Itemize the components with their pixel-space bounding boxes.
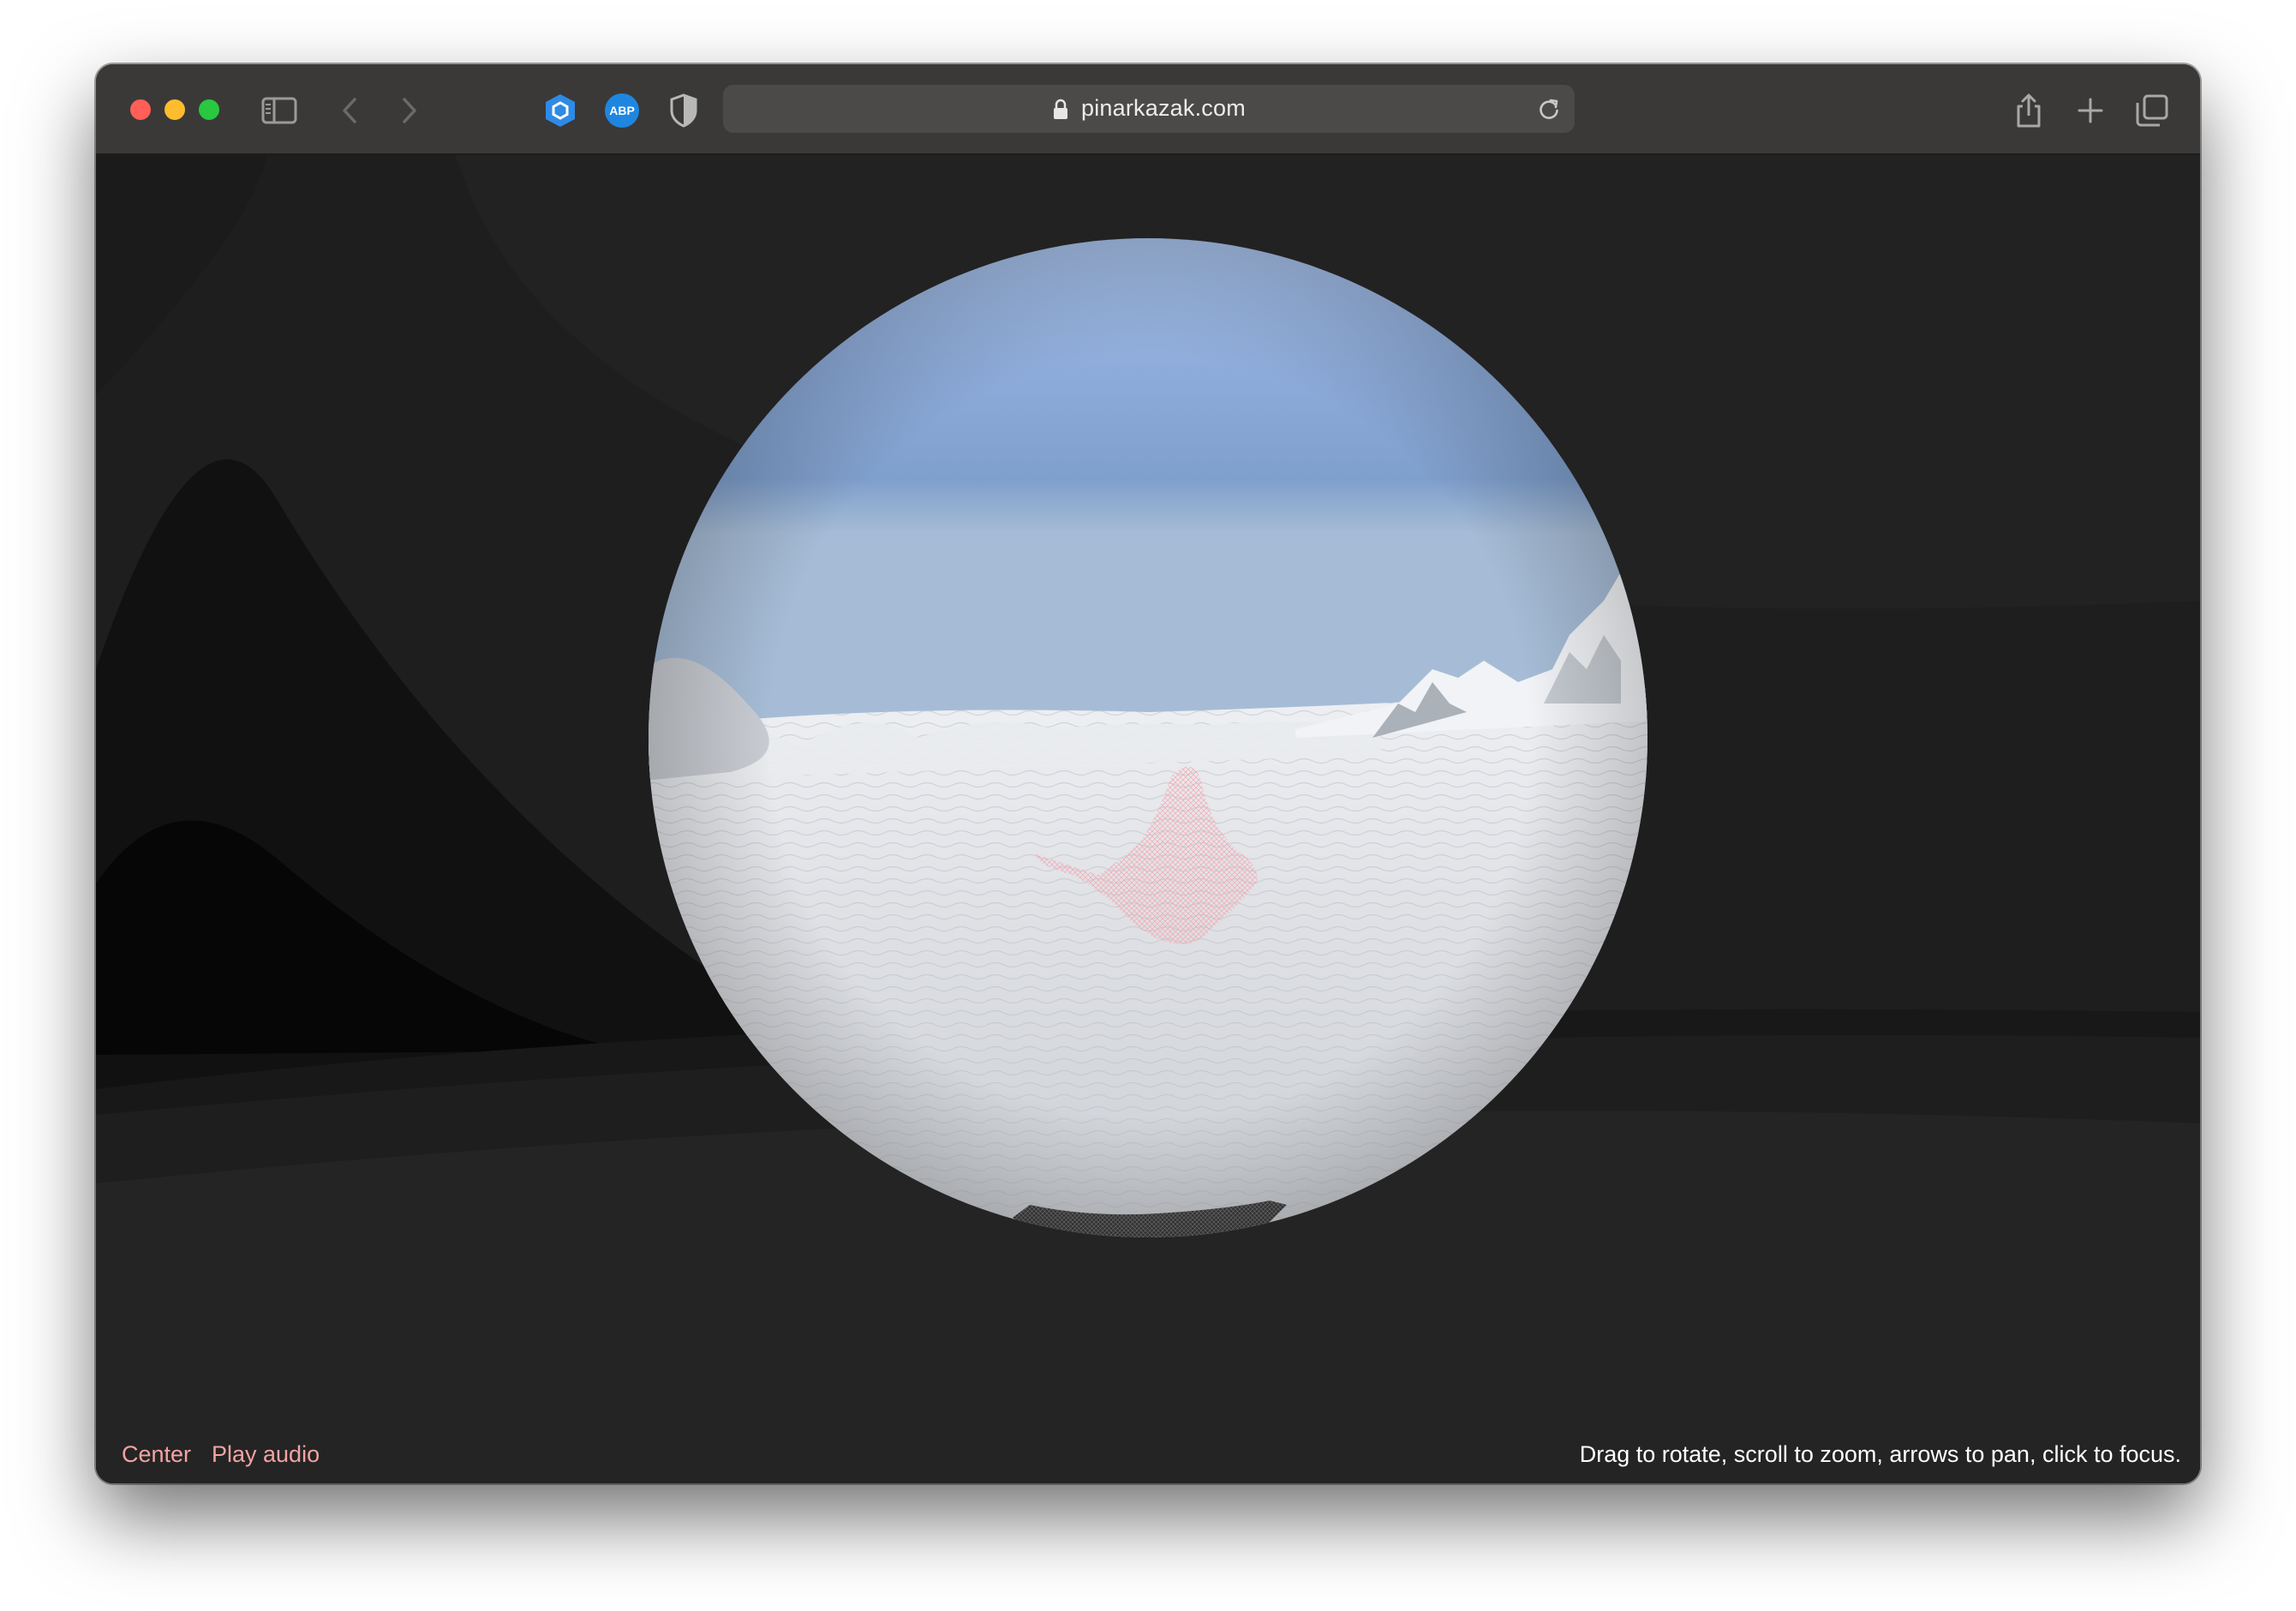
close-window-button[interactable] (130, 99, 151, 120)
interaction-instructions: Drag to rotate, scroll to zoom, arrows t… (1579, 1441, 2181, 1467)
browser-window: ABP pinarkazak.com Center Play audio Dra… (96, 64, 2200, 1483)
adblock-plus-icon[interactable]: ABP (603, 92, 641, 129)
viewer-canvas[interactable]: Center Play audio Drag to rotate, scroll… (96, 155, 2200, 1483)
viewer-controls: Center Play audio Drag to rotate, scroll… (96, 1428, 2200, 1483)
hexagon-extension-icon[interactable] (541, 92, 579, 129)
center-button[interactable]: Center (122, 1441, 191, 1468)
sidebar-toggle-icon[interactable] (260, 92, 298, 129)
play-audio-button[interactable]: Play audio (212, 1441, 320, 1468)
back-icon[interactable] (331, 92, 368, 129)
reload-icon[interactable] (1537, 97, 1561, 125)
tab-overview-icon[interactable] (2133, 92, 2171, 129)
zoom-window-button[interactable] (199, 99, 219, 120)
forward-icon[interactable] (391, 92, 428, 129)
share-icon[interactable] (2010, 92, 2048, 129)
new-tab-icon[interactable] (2072, 92, 2109, 129)
adblock-plus-label: ABP (609, 104, 635, 117)
minimize-window-button[interactable] (164, 99, 185, 120)
address-bar[interactable]: pinarkazak.com (723, 85, 1575, 133)
panorama-scene[interactable] (96, 155, 2200, 1483)
privacy-shield-icon[interactable] (665, 92, 703, 129)
lock-icon (1052, 99, 1069, 125)
browser-toolbar: ABP pinarkazak.com (96, 64, 2200, 155)
address-url: pinarkazak.com (1081, 95, 1246, 121)
